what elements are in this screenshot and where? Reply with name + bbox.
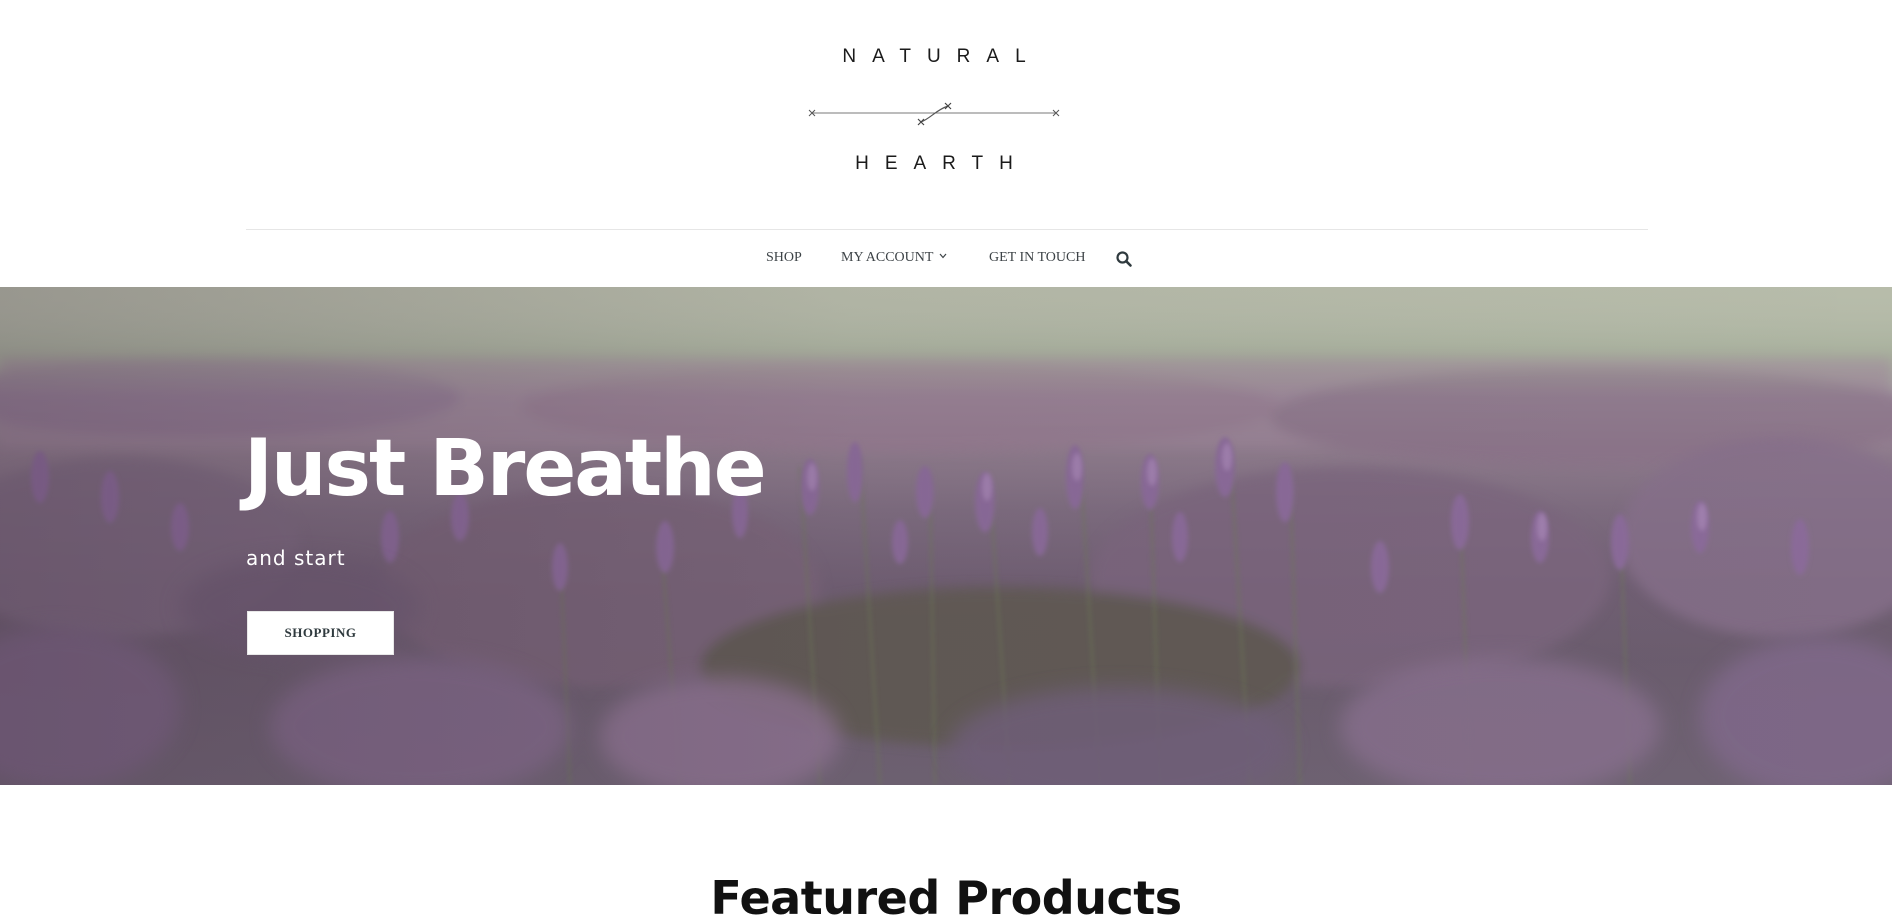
hero-overlay xyxy=(0,287,1892,785)
search-icon[interactable] xyxy=(1115,250,1133,268)
nav-my-account-label: MY ACCOUNT xyxy=(841,250,934,265)
logo-sprig-icon xyxy=(808,102,1060,126)
site-header: NATURAL HEARTH xyxy=(0,0,1892,230)
site-logo[interactable]: NATURAL HEARTH xyxy=(806,40,1062,185)
hero-banner: Just Breathe and start SHOPPING xyxy=(0,287,1892,785)
logo-word-natural: NATURAL xyxy=(842,46,1042,67)
main-nav: SHOP MY ACCOUNT GET IN TOUCH xyxy=(0,230,1892,287)
nav-my-account[interactable]: MY ACCOUNT xyxy=(841,250,947,266)
hero-subtitle: and start xyxy=(246,546,346,570)
featured-products-heading: Featured Products xyxy=(710,871,1182,920)
chevron-down-icon xyxy=(939,253,947,259)
shopping-button[interactable]: SHOPPING xyxy=(247,611,394,655)
nav-shop[interactable]: SHOP xyxy=(766,250,802,266)
hero-title: Just Breathe xyxy=(244,424,767,514)
nav-get-in-touch[interactable]: GET IN TOUCH xyxy=(989,250,1085,266)
logo-word-hearth: HEARTH xyxy=(855,153,1029,174)
